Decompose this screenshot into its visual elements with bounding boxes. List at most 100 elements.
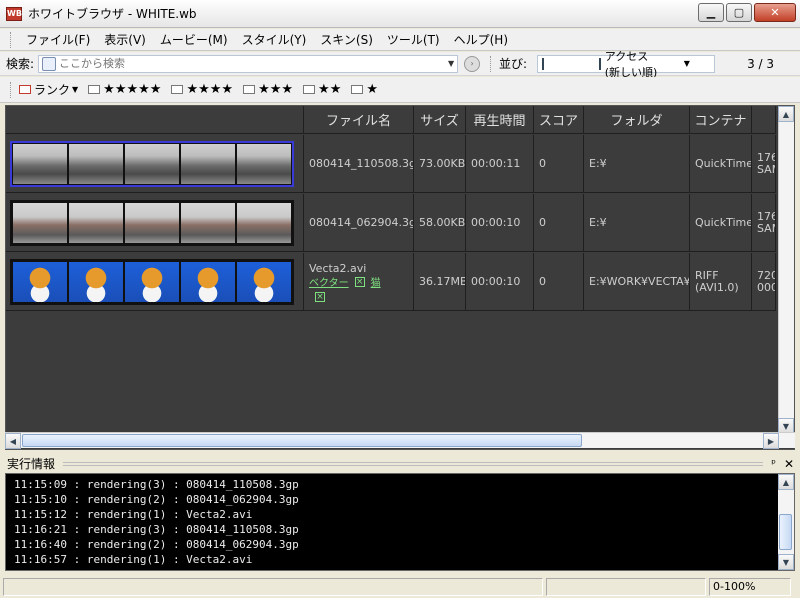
search-input[interactable] xyxy=(59,57,446,70)
thumbnail-strip[interactable] xyxy=(10,140,294,187)
menu-skin[interactable]: スキン(S) xyxy=(313,31,380,48)
duration-cell: 00:00:10 xyxy=(466,194,534,252)
rank-filter-5[interactable]: ★★★★★ xyxy=(88,82,161,97)
container-cell: RIFF (AVI1.0) xyxy=(690,253,752,311)
rank-toolbar: ランク ▼ ★★★★★ ★★★★ ★★★ ★★ ★ xyxy=(0,77,800,103)
tag-link[interactable]: ベクター xyxy=(309,277,349,290)
table-row[interactable]: Vecta2.avi ベクター × 猫 × 36.17MB 00:00:10 0… xyxy=(6,253,776,311)
minimize-button[interactable]: ▁ xyxy=(698,3,724,22)
scroll-down-icon[interactable]: ▼ xyxy=(778,554,794,570)
maximize-button[interactable]: ▢ xyxy=(726,3,752,22)
tag-link[interactable]: 猫 xyxy=(371,277,381,290)
menu-bar: ファイル(F) 表示(V) ムービー(M) スタイル(Y) スキン(S) ツール… xyxy=(0,29,800,51)
thumbnail-frame xyxy=(237,202,291,243)
folder-cell: E:¥ xyxy=(584,194,690,252)
close-button[interactable]: ✕ xyxy=(754,3,796,22)
rank-filter-3[interactable]: ★★★ xyxy=(243,82,293,97)
thumbnail-cell[interactable] xyxy=(6,135,304,193)
vertical-scrollbar[interactable]: ▲ ▼ xyxy=(778,106,794,434)
rank-filter-2[interactable]: ★★ xyxy=(303,82,341,97)
scrollbar-thumb[interactable] xyxy=(22,434,582,447)
column-container[interactable]: コンテナ xyxy=(690,106,752,134)
thumbnail-frame xyxy=(125,261,179,302)
tag-icon xyxy=(303,85,316,94)
star-rating: ★★ xyxy=(318,82,342,97)
table-row[interactable]: 080414_110508.3gp 73.00KB 00:00:11 0 E:¥… xyxy=(6,135,776,193)
thumbnail-frame xyxy=(181,143,235,184)
column-score[interactable]: スコア xyxy=(534,106,584,134)
toolbar-grip[interactable] xyxy=(10,31,13,48)
score-cell: 0 xyxy=(534,135,584,193)
remove-tag-icon[interactable]: × xyxy=(354,276,365,287)
app-icon: WB xyxy=(6,6,22,21)
horizontal-scrollbar[interactable]: ◀ ▶ xyxy=(5,432,795,449)
maximize-icon: ▢ xyxy=(733,6,745,19)
menu-file[interactable]: ファイル(F) xyxy=(19,31,97,48)
thumbnail-frame xyxy=(181,202,235,243)
menu-help[interactable]: ヘルプ(H) xyxy=(447,31,515,48)
menu-style[interactable]: スタイル(Y) xyxy=(235,31,314,48)
container-cell: QuickTime xyxy=(690,194,752,252)
thumbnail-frame xyxy=(13,261,67,302)
thumbnail-frame xyxy=(125,202,179,243)
thumbnail-strip[interactable] xyxy=(10,199,294,246)
menu-view[interactable]: 表示(V) xyxy=(97,31,153,48)
exec-panel-header: 実行情報 ᵖ ✕ xyxy=(0,455,800,472)
extra-cell: 176 SAM xyxy=(752,194,776,252)
folder-cell: E:¥ xyxy=(584,135,690,193)
column-thumbnail[interactable] xyxy=(6,106,304,134)
toolbar-separator xyxy=(490,55,492,72)
movie-grid: ファイル名 サイズ 再生時間 スコア フォルダ コンテナ 080414_1105… xyxy=(5,105,795,450)
column-duration[interactable]: 再生時間 xyxy=(466,106,534,134)
folder-cell: E:¥WORK¥VECTA¥ xyxy=(584,253,690,311)
size-cell: 36.17MB xyxy=(414,253,466,311)
column-filename[interactable]: ファイル名 xyxy=(304,106,414,134)
column-folder[interactable]: フォルダ xyxy=(584,106,690,134)
close-icon: ✕ xyxy=(770,6,780,19)
filename-cell: 080414_110508.3gp xyxy=(304,135,414,193)
scroll-up-icon[interactable]: ▲ xyxy=(778,106,794,122)
log-line: 11:16:21 : rendering(3) : 080414_110508.… xyxy=(14,523,299,536)
column-extra[interactable] xyxy=(752,106,776,134)
filename-text: Vecta2.avi xyxy=(309,261,367,275)
page-count: 3 / 3 xyxy=(747,56,775,71)
rank-filter-1[interactable]: ★ xyxy=(351,82,378,97)
log-scrollbar[interactable]: ▲ ▼ xyxy=(778,474,794,570)
search-go-button[interactable]: › xyxy=(464,55,481,72)
duration-cell: 00:00:11 xyxy=(466,135,534,193)
chevron-down-icon[interactable]: ▼ xyxy=(445,59,457,68)
column-size[interactable]: サイズ xyxy=(414,106,466,134)
duration-cell: 00:00:10 xyxy=(466,253,534,311)
log-line: 11:15:09 : rendering(3) : 080414_110508.… xyxy=(14,478,299,491)
menu-tool[interactable]: ツール(T) xyxy=(380,31,447,48)
filename-cell: 080414_062904.3gp xyxy=(304,194,414,252)
rank-filter-4[interactable]: ★★★★ xyxy=(171,82,233,97)
sort-label: 並び: xyxy=(499,57,528,71)
thumbnail-cell[interactable] xyxy=(6,253,304,311)
thumbnail-frame xyxy=(13,202,67,243)
menu-movie[interactable]: ムービー(M) xyxy=(153,31,235,48)
scrollbar-thumb[interactable] xyxy=(779,514,792,550)
sort-select[interactable]: アクセス(新しい順) ▼ xyxy=(537,50,716,79)
chevron-down-icon[interactable]: ▼ xyxy=(659,59,714,68)
extra-cell: 720 000 xyxy=(752,253,776,311)
search-box[interactable]: ▼ xyxy=(38,54,459,73)
rank-button[interactable]: ランク ▼ xyxy=(19,81,78,98)
filename-cell: Vecta2.avi ベクター × 猫 × xyxy=(304,253,414,311)
thumbnail-cell[interactable] xyxy=(6,194,304,252)
star-rating: ★★★ xyxy=(258,82,294,97)
thumbnail-strip[interactable] xyxy=(10,258,294,305)
header-rule xyxy=(63,461,764,466)
scroll-up-icon[interactable]: ▲ xyxy=(778,474,794,490)
status-cell xyxy=(546,577,706,596)
scroll-right-icon[interactable]: ▶ xyxy=(763,433,779,449)
pin-icon[interactable]: ᵖ xyxy=(771,457,776,470)
tag-icon xyxy=(351,85,364,94)
thumbnail-frame xyxy=(181,261,235,302)
status-cell xyxy=(3,577,543,596)
close-icon[interactable]: ✕ xyxy=(784,457,794,471)
toolbar-grip[interactable] xyxy=(10,81,13,98)
scroll-left-icon[interactable]: ◀ xyxy=(5,433,21,449)
table-row[interactable]: 080414_062904.3gp 58.00KB 00:00:10 0 E:¥… xyxy=(6,194,776,252)
remove-tag-icon[interactable]: × xyxy=(315,291,325,302)
